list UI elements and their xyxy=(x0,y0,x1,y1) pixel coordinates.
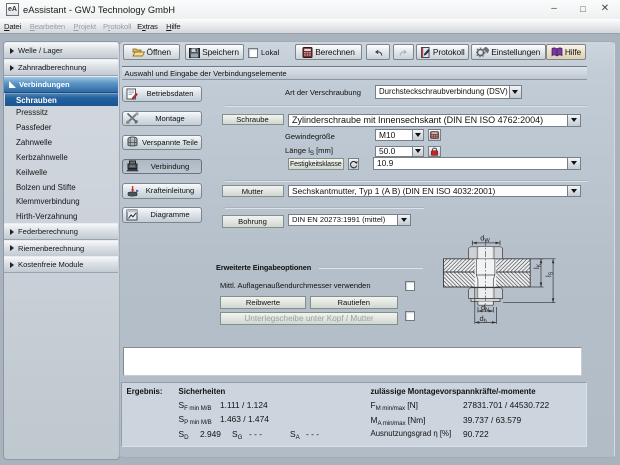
svg-text:dh: dh xyxy=(480,314,487,325)
svg-text:dW: dW xyxy=(480,233,490,244)
svg-text:lK: lK xyxy=(532,263,543,269)
svg-text:lS: lS xyxy=(544,271,555,277)
